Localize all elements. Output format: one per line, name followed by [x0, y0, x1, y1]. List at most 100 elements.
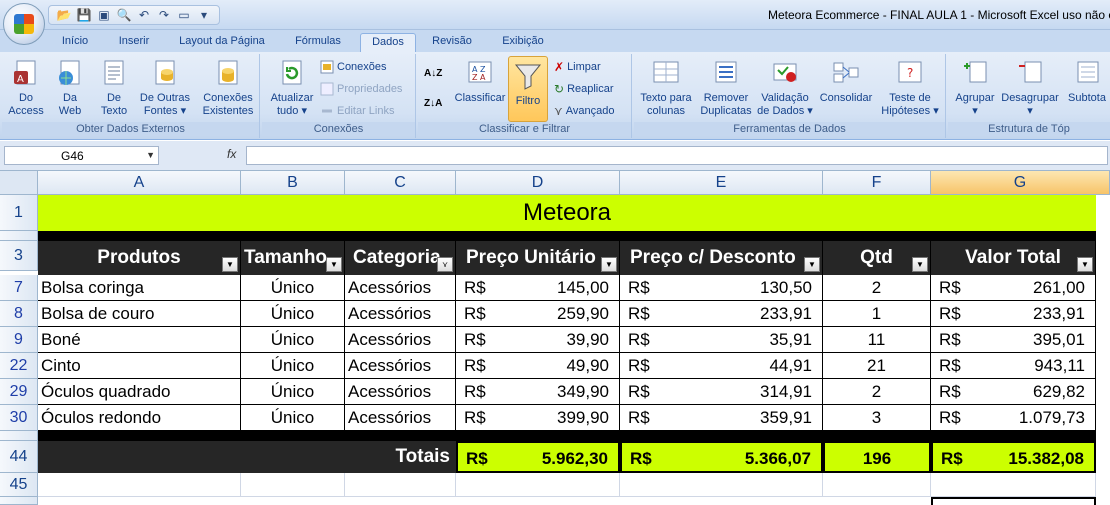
- row-header-9[interactable]: 9: [0, 327, 38, 353]
- other-sources-button[interactable]: De Outras Fontes ▾: [136, 58, 194, 118]
- column-header-b[interactable]: B: [241, 171, 345, 195]
- cell-produto[interactable]: Óculos redondo: [38, 405, 241, 431]
- totals-label[interactable]: Totais: [38, 441, 456, 473]
- cell-total[interactable]: R$ 233,91: [931, 301, 1096, 327]
- select-all-button[interactable]: [0, 171, 38, 195]
- sort-button[interactable]: A ZZ A Classificar: [454, 58, 506, 105]
- save-as-icon[interactable]: ▣: [95, 7, 113, 23]
- cell-desconto[interactable]: R$ 359,91: [620, 405, 823, 431]
- text-to-columns-button[interactable]: Texto para colunas: [636, 58, 696, 118]
- tab-inserir[interactable]: Inserir: [108, 33, 160, 52]
- row-header-2[interactable]: [0, 231, 38, 241]
- column-header-a[interactable]: A: [38, 171, 241, 195]
- row-header-1[interactable]: 1: [0, 195, 38, 231]
- cell-produto[interactable]: Boné: [38, 327, 241, 353]
- filter-button[interactable]: Filtro: [508, 56, 548, 122]
- tab-revisao[interactable]: Revisão: [424, 33, 480, 52]
- row-header-29[interactable]: 29: [0, 379, 38, 405]
- filter-dropdown-icon[interactable]: ▼: [326, 257, 342, 272]
- tab-dados[interactable]: Dados: [360, 33, 416, 52]
- cell-tamanho[interactable]: Único: [241, 327, 345, 353]
- save-icon[interactable]: 💾: [75, 7, 93, 23]
- cell-qtd[interactable]: 11: [823, 327, 931, 353]
- sheet-title[interactable]: Meteora: [38, 195, 1096, 231]
- grid-cell[interactable]: [823, 473, 931, 497]
- cell-preco[interactable]: R$ 49,90: [456, 353, 620, 379]
- remove-duplicates-button[interactable]: Remover Duplicatas: [698, 58, 754, 118]
- total-preco-cell[interactable]: R$ 5.962,30: [456, 441, 620, 473]
- row-header-31[interactable]: [0, 431, 38, 441]
- insert-function-button[interactable]: fx: [227, 147, 236, 161]
- column-header-g[interactable]: G: [931, 171, 1110, 195]
- filter-dropdown-icon[interactable]: ▼: [601, 257, 617, 272]
- formula-input[interactable]: [246, 146, 1108, 165]
- cell-tamanho[interactable]: Único: [241, 405, 345, 431]
- office-button[interactable]: [3, 3, 45, 45]
- ungroup-button[interactable]: Desagrupar ▾: [1000, 58, 1060, 118]
- cell-produto[interactable]: Bolsa coringa: [38, 275, 241, 301]
- column-header-e[interactable]: E: [620, 171, 823, 195]
- cell-preco[interactable]: R$ 145,00: [456, 275, 620, 301]
- filter-dropdown-icon[interactable]: ▼: [222, 257, 238, 272]
- cell-preco[interactable]: R$ 399,90: [456, 405, 620, 431]
- consolidate-button[interactable]: Consolidar: [816, 58, 876, 105]
- cell-preco[interactable]: R$ 39,90: [456, 327, 620, 353]
- row-header-8[interactable]: 8: [0, 301, 38, 327]
- cell-produto[interactable]: Óculos quadrado: [38, 379, 241, 405]
- total-desconto-cell[interactable]: R$ 5.366,07: [620, 441, 823, 473]
- cell-qtd[interactable]: 21: [823, 353, 931, 379]
- row-header-46[interactable]: [0, 497, 38, 505]
- grid-cell[interactable]: [620, 473, 823, 497]
- cell-qtd[interactable]: 2: [823, 379, 931, 405]
- row-header-45[interactable]: 45: [0, 473, 38, 497]
- row-header-7[interactable]: 7: [0, 275, 38, 301]
- grid-cell[interactable]: [456, 473, 620, 497]
- cell-desconto[interactable]: R$ 233,91: [620, 301, 823, 327]
- from-access-button[interactable]: A Do Access: [6, 58, 46, 118]
- cell-categoria[interactable]: Acessórios: [345, 275, 456, 301]
- from-text-button[interactable]: De Texto: [94, 58, 134, 118]
- filter-dropdown-icon[interactable]: ▼: [1077, 257, 1093, 272]
- customize-icon[interactable]: ▾: [195, 7, 213, 23]
- tab-layout[interactable]: Layout da Página: [170, 33, 274, 52]
- print-preview-icon[interactable]: 🔍: [115, 7, 133, 23]
- cell-total[interactable]: R$ 1.079,73: [931, 405, 1096, 431]
- cell-total[interactable]: R$ 261,00: [931, 275, 1096, 301]
- grid-cell[interactable]: [241, 473, 345, 497]
- column-header-c[interactable]: C: [345, 171, 456, 195]
- what-if-button[interactable]: ? Teste de Hipóteses ▾: [878, 58, 942, 118]
- cell-qtd[interactable]: 3: [823, 405, 931, 431]
- cell-categoria[interactable]: Acessórios: [345, 379, 456, 405]
- cell-tamanho[interactable]: Único: [241, 353, 345, 379]
- cell-preco[interactable]: R$ 349,90: [456, 379, 620, 405]
- cell-total[interactable]: R$ 395,01: [931, 327, 1096, 353]
- grid-cell[interactable]: [931, 473, 1096, 497]
- cell-total[interactable]: R$ 943,11: [931, 353, 1096, 379]
- row-header-30[interactable]: 30: [0, 405, 38, 431]
- cell-desconto[interactable]: R$ 314,91: [620, 379, 823, 405]
- column-header-d[interactable]: D: [456, 171, 620, 195]
- row-header-3[interactable]: 3: [0, 241, 38, 271]
- total-valor-cell[interactable]: R$ 15.382,08: [931, 441, 1096, 473]
- column-header-f[interactable]: F: [823, 171, 931, 195]
- cell-tamanho[interactable]: Único: [241, 275, 345, 301]
- group-button[interactable]: Agrupar ▾: [950, 58, 1000, 118]
- tab-exibicao[interactable]: Exibição: [492, 33, 554, 52]
- clear-filter-button[interactable]: ✗ Limpar: [554, 58, 601, 76]
- row-header-22[interactable]: 22: [0, 353, 38, 379]
- cell-categoria[interactable]: Acessórios: [345, 301, 456, 327]
- advanced-filter-button[interactable]: ⋎ Avançado: [554, 102, 615, 120]
- cell-desconto[interactable]: R$ 130,50: [620, 275, 823, 301]
- row-header-44[interactable]: 44: [0, 441, 38, 473]
- cell-qtd[interactable]: 1: [823, 301, 931, 327]
- sort-az-button[interactable]: A↓Z: [424, 64, 442, 82]
- header-qtd[interactable]: Qtd ▼: [823, 241, 931, 275]
- cell-qtd[interactable]: 2: [823, 275, 931, 301]
- filter-dropdown-icon[interactable]: ▼: [912, 257, 928, 272]
- redo-icon[interactable]: ↷: [155, 7, 173, 23]
- edit-links-button[interactable]: Editar Links: [320, 102, 394, 120]
- chevron-down-icon[interactable]: ▼: [146, 150, 155, 160]
- refresh-all-button[interactable]: Atualizar tudo ▾: [266, 58, 318, 118]
- tab-formulas[interactable]: Fórmulas: [284, 33, 352, 52]
- from-web-button[interactable]: Da Web: [50, 58, 90, 118]
